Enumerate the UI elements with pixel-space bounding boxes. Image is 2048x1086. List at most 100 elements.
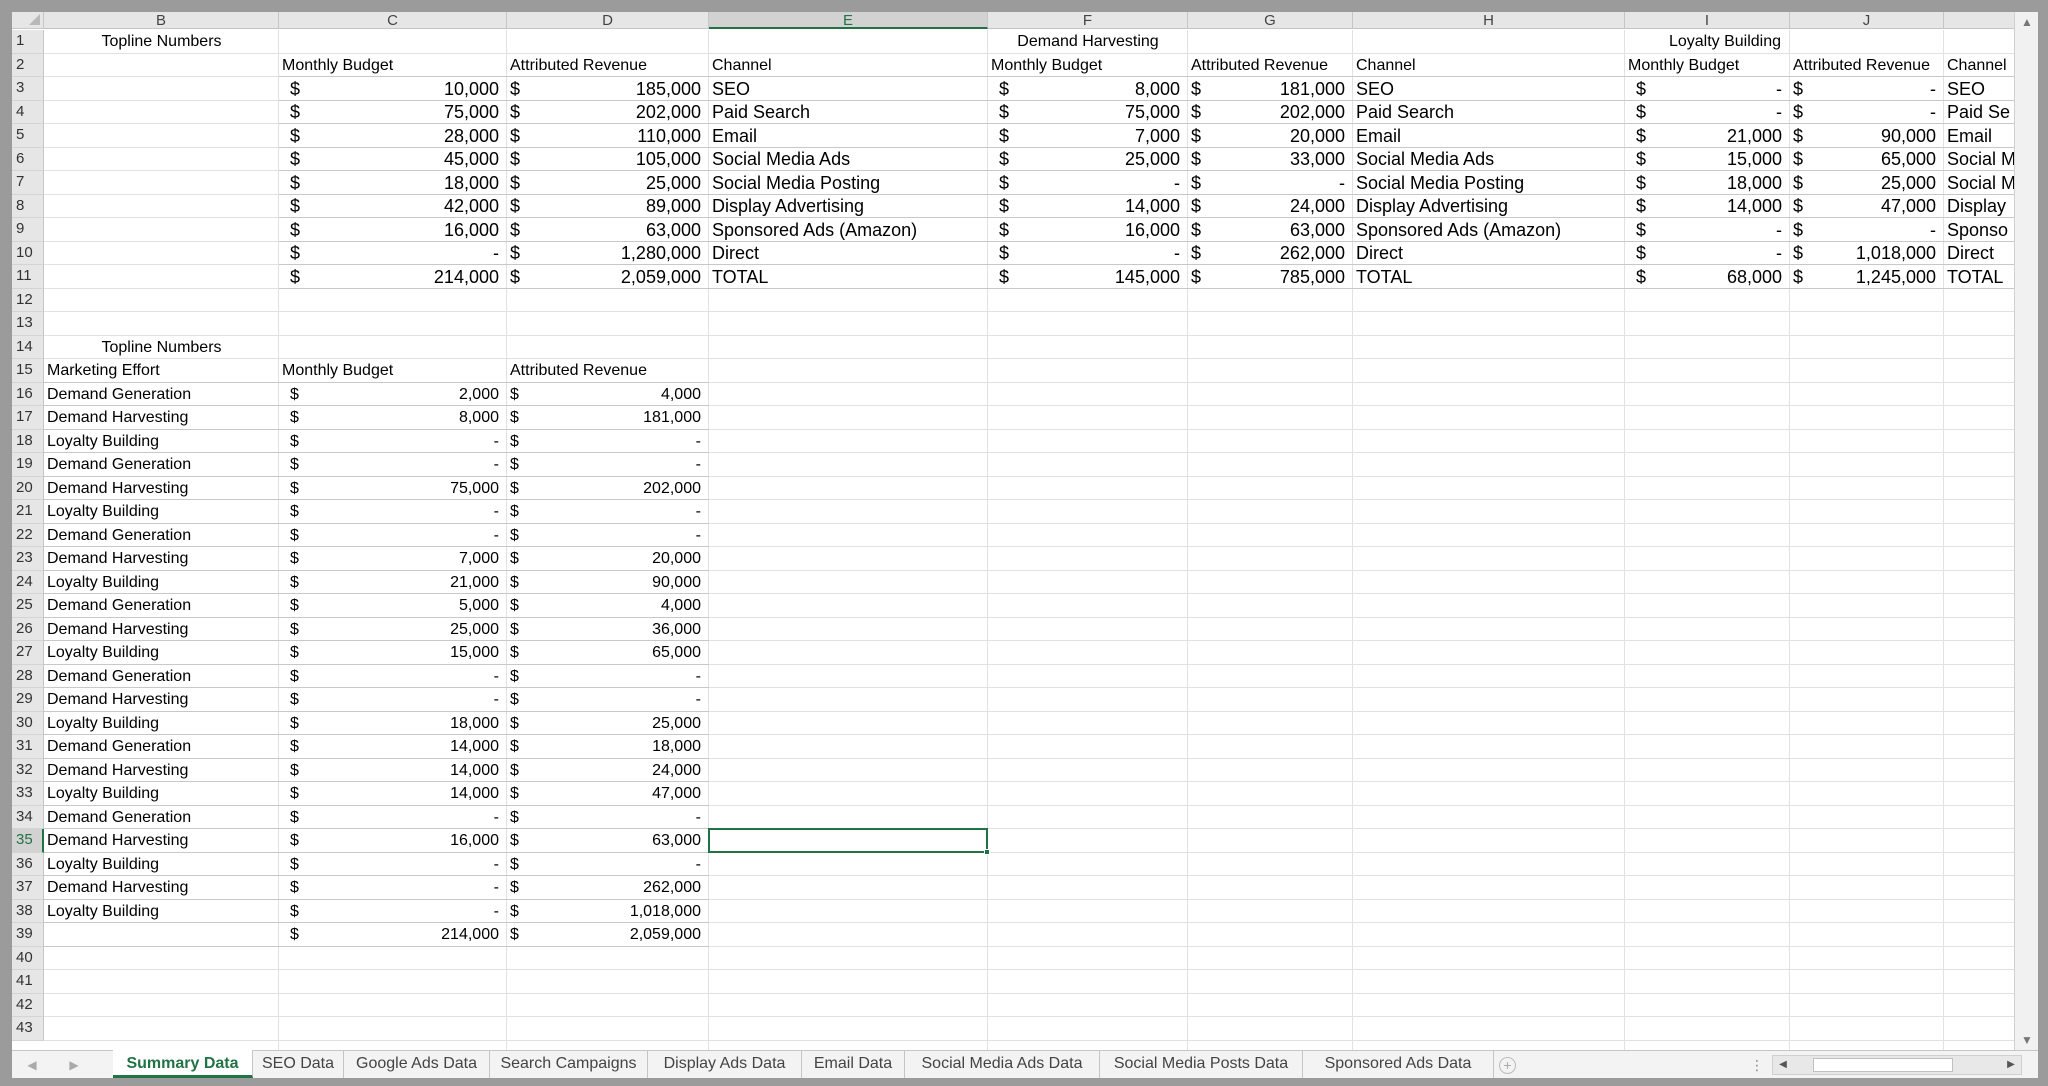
data-cell[interactable]: 24,000	[537, 759, 709, 782]
data-cell[interactable]: 1,245,000	[1820, 265, 1944, 289]
data-cell[interactable]: 110,000	[537, 124, 709, 148]
row-header-36[interactable]: 36	[12, 853, 44, 876]
sheet-tab-seo-data[interactable]: SEO Data	[253, 1050, 344, 1078]
data-cell[interactable]: 181,000	[1218, 77, 1353, 101]
data-cell[interactable]: -	[1665, 242, 1790, 265]
row-header-24[interactable]: 24	[12, 571, 44, 594]
row-header-39[interactable]: 39	[12, 923, 44, 947]
column-header-g[interactable]: G	[1188, 12, 1353, 29]
scroll-left-icon[interactable]: ◀	[1773, 1056, 1793, 1074]
data-cell[interactable]: 2,000	[319, 383, 507, 406]
data-cell[interactable]: 20,000	[537, 547, 709, 571]
column-header-b[interactable]: B	[44, 12, 279, 29]
marketing-effort-cell[interactable]: Demand Generation	[44, 735, 279, 759]
row-header-41[interactable]: 41	[12, 970, 44, 994]
data-cell[interactable]: 145,000	[1028, 265, 1188, 289]
marketing-effort-cell[interactable]: Demand Harvesting	[44, 406, 279, 430]
data-cell[interactable]: -	[537, 665, 709, 688]
row-header-17[interactable]: 17	[12, 406, 44, 430]
data-cell[interactable]: TOTAL	[1944, 265, 2014, 289]
data-cell[interactable]: 262,000	[537, 876, 709, 900]
column-label[interactable]: Attributed Revenue	[1790, 54, 1944, 77]
row-header-5[interactable]: 5	[12, 124, 44, 148]
data-cell[interactable]: -	[319, 524, 507, 547]
marketing-effort-cell[interactable]: Demand Generation	[44, 453, 279, 477]
data-cell[interactable]: Sponsored Ads (Amazon)	[709, 218, 988, 242]
data-cell[interactable]: 18,000	[537, 735, 709, 759]
data-cell[interactable]: 45,000	[319, 148, 507, 171]
marketing-effort-cell[interactable]: Demand Harvesting	[44, 829, 279, 853]
data-cell[interactable]: 21,000	[319, 571, 507, 594]
data-cell[interactable]: 15,000	[319, 641, 507, 665]
data-cell[interactable]: 4,000	[537, 594, 709, 618]
data-cell[interactable]: 63,000	[537, 829, 709, 853]
data-cell[interactable]: 16,000	[1028, 218, 1188, 242]
data-cell[interactable]: Direct	[1353, 242, 1625, 265]
data-cell[interactable]: -	[1820, 77, 1944, 101]
column-label[interactable]: Attributed Revenue	[1188, 54, 1353, 77]
column-label[interactable]: Channel	[1944, 54, 2014, 77]
row-header-33[interactable]: 33	[12, 782, 44, 806]
data-cell[interactable]: 8,000	[319, 406, 507, 430]
data-cell[interactable]: Social Media Ads	[1353, 148, 1625, 171]
marketing-effort-cell[interactable]	[44, 923, 279, 947]
data-cell[interactable]: Paid Se	[1944, 101, 2014, 124]
data-cell[interactable]: -	[319, 806, 507, 829]
data-cell[interactable]: 14,000	[319, 782, 507, 806]
data-cell[interactable]: 68,000	[1665, 265, 1790, 289]
data-cell[interactable]: SEO	[709, 77, 988, 101]
data-cell[interactable]: -	[537, 500, 709, 524]
sheet-tab-search-campaigns[interactable]: Search Campaigns	[490, 1050, 648, 1078]
data-cell[interactable]: -	[537, 688, 709, 712]
marketing-effort-cell[interactable]: Demand Harvesting	[44, 618, 279, 641]
sheet-tab-social-media-posts-data[interactable]: Social Media Posts Data	[1100, 1050, 1303, 1078]
marketing-effort-cell[interactable]: Loyalty Building	[44, 430, 279, 453]
data-cell[interactable]: 75,000	[319, 101, 507, 124]
row-header-3[interactable]: 3	[12, 77, 44, 101]
data-cell[interactable]: 89,000	[537, 195, 709, 218]
data-cell[interactable]: 28,000	[319, 124, 507, 148]
data-cell[interactable]: 16,000	[319, 218, 507, 242]
data-cell[interactable]: Paid Search	[709, 101, 988, 124]
column-header-e[interactable]: E	[709, 12, 988, 29]
data-cell[interactable]: -	[319, 876, 507, 900]
data-cell[interactable]: 8,000	[1028, 77, 1188, 101]
data-cell[interactable]: 24,000	[1218, 195, 1353, 218]
data-cell[interactable]: -	[319, 430, 507, 453]
row-header-42[interactable]: 42	[12, 994, 44, 1017]
row-header-32[interactable]: 32	[12, 759, 44, 782]
data-cell[interactable]: 25,000	[1820, 171, 1944, 195]
data-cell[interactable]: SEO	[1353, 77, 1625, 101]
row-header-11[interactable]: 11	[12, 265, 44, 289]
add-sheet-icon[interactable]: +	[1499, 1057, 1516, 1074]
sheet-tab-social-media-ads-data[interactable]: Social Media Ads Data	[905, 1050, 1100, 1078]
marketing-effort-cell[interactable]: Demand Generation	[44, 383, 279, 406]
data-cell[interactable]: Paid Search	[1353, 101, 1625, 124]
data-cell[interactable]: -	[1028, 171, 1188, 195]
data-cell[interactable]: 47,000	[1820, 195, 1944, 218]
marketing-effort-cell[interactable]: Demand Generation	[44, 806, 279, 829]
scroll-up-icon[interactable]: ▲	[2015, 12, 2039, 32]
data-cell[interactable]: -	[1820, 218, 1944, 242]
active-cell-cursor[interactable]	[708, 828, 990, 855]
data-cell[interactable]: 65,000	[1820, 148, 1944, 171]
data-cell[interactable]: 21,000	[1665, 124, 1790, 148]
data-cell[interactable]: 16,000	[319, 829, 507, 853]
marketing-effort-cell[interactable]: Demand Harvesting	[44, 759, 279, 782]
data-cell[interactable]: 7,000	[319, 547, 507, 571]
data-cell[interactable]: 33,000	[1218, 148, 1353, 171]
marketing-effort-cell[interactable]: Demand Generation	[44, 665, 279, 688]
row-header-29[interactable]: 29	[12, 688, 44, 712]
column-header-c[interactable]: C	[279, 12, 507, 29]
column-label[interactable]: Channel	[709, 54, 988, 77]
data-cell[interactable]: 1,018,000	[537, 900, 709, 923]
data-cell[interactable]: 214,000	[319, 923, 507, 947]
marketing-effort-cell[interactable]: Loyalty Building	[44, 500, 279, 524]
horizontal-scrollbar[interactable]: ◀ ▶	[1772, 1055, 2022, 1075]
tab-scroll-right-icon[interactable]: ▶	[62, 1051, 86, 1079]
marketing-effort-cell[interactable]: Loyalty Building	[44, 641, 279, 665]
data-cell[interactable]: 14,000	[1028, 195, 1188, 218]
data-cell[interactable]: 185,000	[537, 77, 709, 101]
data-cell[interactable]: 14,000	[319, 759, 507, 782]
row-header-31[interactable]: 31	[12, 735, 44, 759]
